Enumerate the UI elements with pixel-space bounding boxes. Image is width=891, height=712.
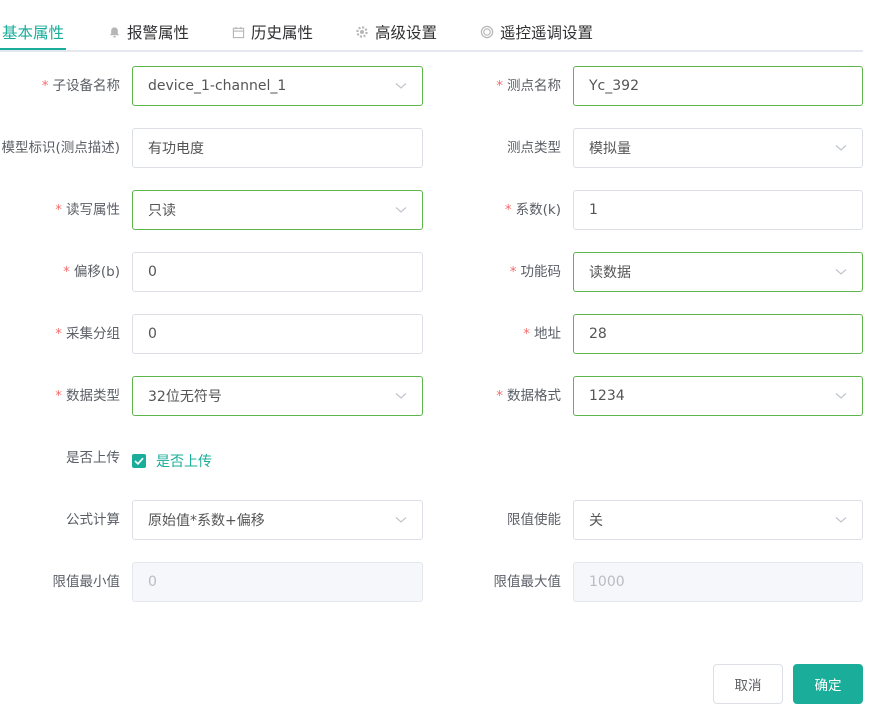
sub-device-name-value: device_1-channel_1 (148, 78, 287, 94)
data-type-label: * 数据类型 (55, 388, 120, 404)
rw-attr-label: * 读写属性 (55, 202, 120, 218)
tab-label: 遥控遥调设置 (500, 24, 594, 42)
point-type-label: 测点类型 (507, 140, 561, 156)
sub-device-name-select[interactable]: device_1-channel_1 (132, 66, 423, 106)
limit-max-placeholder: 1000 (589, 574, 625, 590)
tab-label: 基本属性 (2, 24, 65, 42)
function-code-value: 读数据 (589, 265, 631, 281)
address-label: * 地址 (523, 326, 561, 342)
offset-input[interactable]: 0 (132, 252, 423, 292)
formula-select[interactable]: 原始值*系数+偏移 (132, 500, 423, 540)
tab-history-attributes[interactable]: 历史属性 (231, 20, 313, 44)
limit-max-input: 1000 (573, 562, 863, 602)
data-format-value: 1234 (589, 388, 625, 404)
chevron-down-icon (835, 266, 847, 278)
collect-group-label: * 采集分组 (55, 326, 120, 342)
coefficient-label: * 系数(k) (504, 202, 561, 218)
rw-attr-value: 只读 (148, 203, 176, 219)
cancel-button[interactable]: 取消 (713, 664, 783, 704)
collect-group-input[interactable]: 0 (132, 314, 423, 354)
data-format-select[interactable]: 1234 (573, 376, 863, 416)
point-name-input[interactable]: Yc_392 (573, 66, 863, 106)
offset-label: * 偏移(b) (63, 264, 120, 280)
bell-icon (107, 25, 121, 39)
model-id-label: 模型标识(测点描述) (1, 140, 120, 156)
formula-value: 原始值*系数+偏移 (148, 513, 265, 529)
limit-enable-select[interactable]: 关 (573, 500, 863, 540)
model-id-input[interactable]: 有功电度 (132, 128, 423, 168)
limit-enable-label: 限值使能 (507, 512, 561, 528)
point-name-label: * 测点名称 (496, 78, 561, 94)
limit-min-placeholder: 0 (148, 574, 157, 590)
limit-min-label: 限值最小值 (52, 574, 121, 590)
chevron-down-icon (395, 80, 407, 92)
calendar-icon (231, 25, 245, 39)
coefficient-input[interactable]: 1 (573, 190, 863, 230)
tab-label: 高级设置 (375, 24, 438, 42)
tab-basic-attributes[interactable]: 基本属性 (2, 20, 64, 44)
tab-alarm-attributes[interactable]: 报警属性 (107, 20, 189, 44)
offset-value: 0 (148, 264, 157, 280)
coefficient-value: 1 (589, 202, 598, 218)
data-format-label: * 数据格式 (496, 388, 561, 404)
chevron-down-icon (395, 514, 407, 526)
address-value: 28 (589, 326, 607, 342)
limit-max-label: 限值最大值 (493, 574, 562, 590)
chevron-down-icon (835, 142, 847, 154)
tab-label: 历史属性 (251, 24, 314, 42)
limit-min-input: 0 (132, 562, 423, 602)
gear-icon (355, 25, 369, 39)
point-name-value: Yc_392 (589, 78, 639, 94)
limit-enable-value: 关 (589, 513, 603, 529)
point-type-select[interactable]: 模拟量 (573, 128, 863, 168)
data-type-value: 32位无符号 (148, 389, 222, 405)
upload-label: 是否上传 (66, 450, 120, 466)
point-type-value: 模拟量 (589, 141, 631, 157)
data-type-select[interactable]: 32位无符号 (132, 376, 423, 416)
collect-group-value: 0 (148, 326, 157, 342)
chevron-down-icon (835, 390, 847, 402)
tab-advanced-settings[interactable]: 高级设置 (355, 20, 437, 44)
tab-label: 报警属性 (127, 24, 190, 42)
chevron-down-icon (835, 514, 847, 526)
confirm-button[interactable]: 确定 (793, 664, 863, 704)
chevron-down-icon (395, 204, 407, 216)
tab-bar: 基本属性 报警属性 历史属性 高级设置 遥控遥调设置 (0, 0, 863, 52)
sub-device-name-label: * 子设备名称 (41, 78, 120, 94)
function-code-label: * 功能码 (509, 264, 561, 280)
check-icon (132, 454, 146, 468)
chevron-down-icon (395, 390, 407, 402)
tab-remote-control-settings[interactable]: 遥控遥调设置 (480, 20, 593, 44)
circle-icon (480, 25, 494, 39)
model-id-value: 有功电度 (148, 141, 204, 157)
active-tab-indicator (0, 48, 66, 50)
function-code-select[interactable]: 读数据 (573, 252, 863, 292)
address-input[interactable]: 28 (573, 314, 863, 354)
rw-attr-select[interactable]: 只读 (132, 190, 423, 230)
formula-label: 公式计算 (66, 512, 120, 528)
upload-checkbox[interactable]: 是否上传 (132, 451, 212, 471)
upload-checkbox-label: 是否上传 (156, 454, 212, 470)
